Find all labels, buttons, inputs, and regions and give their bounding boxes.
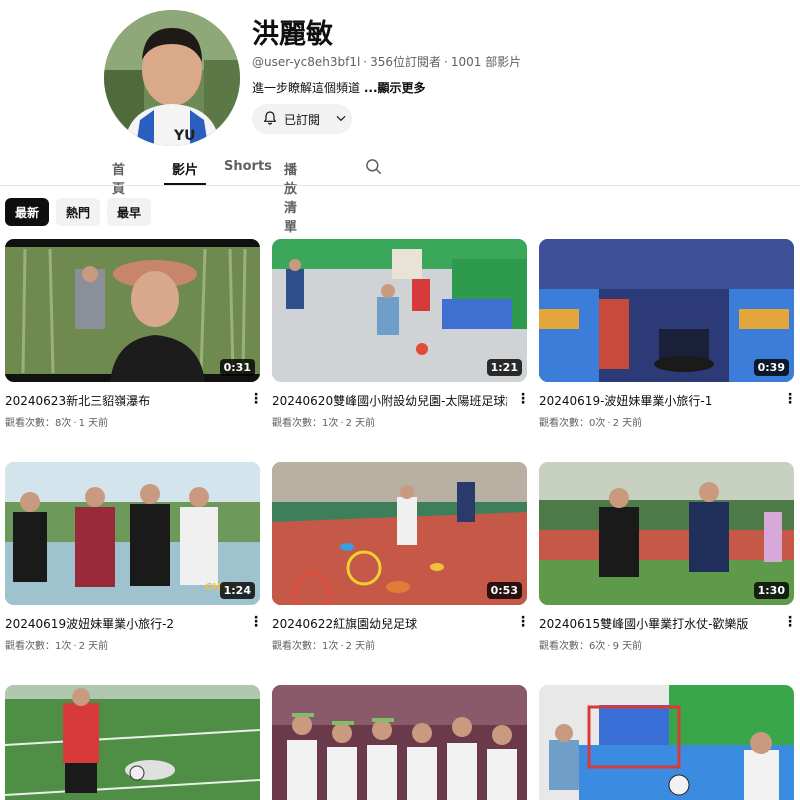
tabs-divider bbox=[0, 185, 800, 186]
video-duration: 0:39 bbox=[753, 359, 789, 376]
video-stats: 觀看次數：1次 · 2 天前 bbox=[272, 418, 376, 429]
video-card[interactable] bbox=[5, 685, 260, 800]
video-card[interactable] bbox=[272, 685, 527, 800]
upload-age: 2 天前 bbox=[78, 641, 109, 652]
subscriber-count: 356位訂閱者 bbox=[370, 55, 442, 69]
video-thumbnail[interactable] bbox=[539, 685, 794, 800]
video-title[interactable]: 20240619-波妞妹畢業小旅行-1 bbox=[539, 392, 774, 409]
video-thumbnail[interactable]: 0:31 bbox=[5, 239, 260, 382]
svg-text:YU: YU bbox=[173, 128, 196, 144]
view-count: 觀看次數：0次 bbox=[539, 418, 606, 429]
video-card[interactable]: 1:30 20240615雙峰國小畢業打水仗-歡樂版 ⋮ 觀看次數：6次 · 9 天… bbox=[539, 462, 797, 652]
video-card[interactable] bbox=[539, 685, 794, 800]
video-card[interactable]: 1:21 20240620雙峰國小附設幼兒園-太陽班足球課 ⋮ 觀看次數：1次 ·… bbox=[272, 239, 530, 429]
video-thumbnail[interactable] bbox=[272, 685, 527, 800]
video-title[interactable]: 20240619波妞妹畢業小旅行-2 bbox=[5, 615, 240, 632]
video-duration: 1:30 bbox=[753, 582, 789, 599]
video-thumbnail[interactable]: 0:53 bbox=[272, 462, 527, 605]
view-count: 觀看次數：6次 bbox=[539, 641, 606, 652]
channel-handle: @user-yc8eh3bf1l bbox=[252, 55, 361, 69]
video-title[interactable]: 20240615雙峰國小畢業打水仗-歡樂版 bbox=[539, 615, 774, 632]
video-thumbnail[interactable]: CHILD 1:24 bbox=[5, 462, 260, 605]
chip-oldest[interactable]: 最早 bbox=[107, 198, 152, 226]
view-count: 觀看次數：1次 bbox=[5, 641, 72, 652]
description-text: 進一步瞭解這個頻道 bbox=[252, 81, 361, 95]
video-stats: 觀看次數：0次 · 2 天前 bbox=[539, 418, 643, 429]
video-thumbnail[interactable]: 1:30 bbox=[539, 462, 794, 605]
video-duration: 0:31 bbox=[219, 359, 255, 376]
video-title[interactable]: 20240622紅旗園幼兒足球 bbox=[272, 615, 507, 632]
chevron-down-icon bbox=[334, 111, 348, 128]
upload-age: 2 天前 bbox=[612, 418, 643, 429]
view-count: 觀看次數：1次 bbox=[272, 641, 339, 652]
channel-meta: @user-yc8eh3bf1l · 356位訂閱者 · 1001 部影片 bbox=[252, 55, 522, 69]
upload-age: 2 天前 bbox=[345, 418, 376, 429]
tab-home[interactable]: 首頁 bbox=[112, 150, 125, 197]
video-stats: 觀看次數：1次 · 2 天前 bbox=[5, 641, 109, 652]
more-vert-icon[interactable]: ⋮ bbox=[783, 615, 797, 629]
video-title[interactable]: 20240623新北三貂嶺瀑布 bbox=[5, 392, 240, 409]
channel-name: 洪麗敏 bbox=[252, 19, 333, 50]
video-card[interactable]: 0:31 20240623新北三貂嶺瀑布 ⋮ 觀看次數：8次 · 1 天前 bbox=[5, 239, 263, 429]
show-more-link[interactable]: ...顯示更多 bbox=[364, 81, 426, 95]
video-thumbnail[interactable]: 1:21 bbox=[272, 239, 527, 382]
more-vert-icon[interactable]: ⋮ bbox=[783, 392, 797, 406]
upload-age: 9 天前 bbox=[612, 641, 643, 652]
upload-age: 2 天前 bbox=[345, 641, 376, 652]
more-vert-icon[interactable]: ⋮ bbox=[249, 392, 263, 406]
view-count: 觀看次數：1次 bbox=[272, 418, 339, 429]
video-thumbnail[interactable] bbox=[5, 685, 260, 800]
more-vert-icon[interactable]: ⋮ bbox=[516, 392, 530, 406]
video-stats: 觀看次數：1次 · 2 天前 bbox=[272, 641, 376, 652]
video-duration: 1:24 bbox=[219, 582, 255, 599]
sort-chips: 最新 熱門 最早 bbox=[5, 198, 152, 226]
subscribed-label: 已訂閱 bbox=[284, 112, 321, 127]
more-vert-icon[interactable]: ⋮ bbox=[249, 615, 263, 629]
video-card[interactable]: CHILD 1:24 20240619波妞妹畢業小旅行-2 ⋮ 觀看次數：1次·… bbox=[5, 462, 263, 652]
bell-icon bbox=[262, 110, 278, 129]
tab-shorts[interactable]: Shorts bbox=[224, 150, 272, 185]
view-count: 觀看次數：8次 bbox=[5, 418, 72, 429]
upload-age: 1 天前 bbox=[78, 418, 109, 429]
subscribed-button[interactable]: 已訂閱 bbox=[252, 104, 352, 134]
video-card[interactable]: 0:39 20240619-波妞妹畢業小旅行-1 ⋮ 觀看次數：0次 · 2 天前 bbox=[539, 239, 797, 429]
more-vert-icon[interactable]: ⋮ bbox=[516, 615, 530, 629]
video-thumbnail[interactable]: 0:39 bbox=[539, 239, 794, 382]
video-title[interactable]: 20240620雙峰國小附設幼兒園-太陽班足球課 bbox=[272, 392, 507, 409]
video-duration: 1:21 bbox=[486, 359, 522, 376]
video-stats: 觀看次數：6次 · 9 天前 bbox=[539, 641, 643, 652]
video-card[interactable]: 0:53 20240622紅旗園幼兒足球 ⋮ 觀看次數：1次 · 2 天前 bbox=[272, 462, 530, 652]
channel-avatar[interactable]: YU bbox=[104, 10, 240, 146]
tab-videos[interactable]: 影片 bbox=[164, 150, 206, 185]
chip-popular[interactable]: 熱門 bbox=[56, 198, 101, 226]
video-count: 1001 部影片 bbox=[450, 55, 522, 69]
chip-latest[interactable]: 最新 bbox=[5, 198, 50, 226]
channel-description[interactable]: 進一步瞭解這個頻道 ...顯示更多 bbox=[252, 79, 426, 96]
video-stats: 觀看次數：8次 · 1 天前 bbox=[5, 418, 109, 429]
search-icon[interactable] bbox=[364, 157, 384, 181]
video-duration: 0:53 bbox=[486, 582, 522, 599]
tab-playlists[interactable]: 播放清單 bbox=[284, 150, 297, 235]
